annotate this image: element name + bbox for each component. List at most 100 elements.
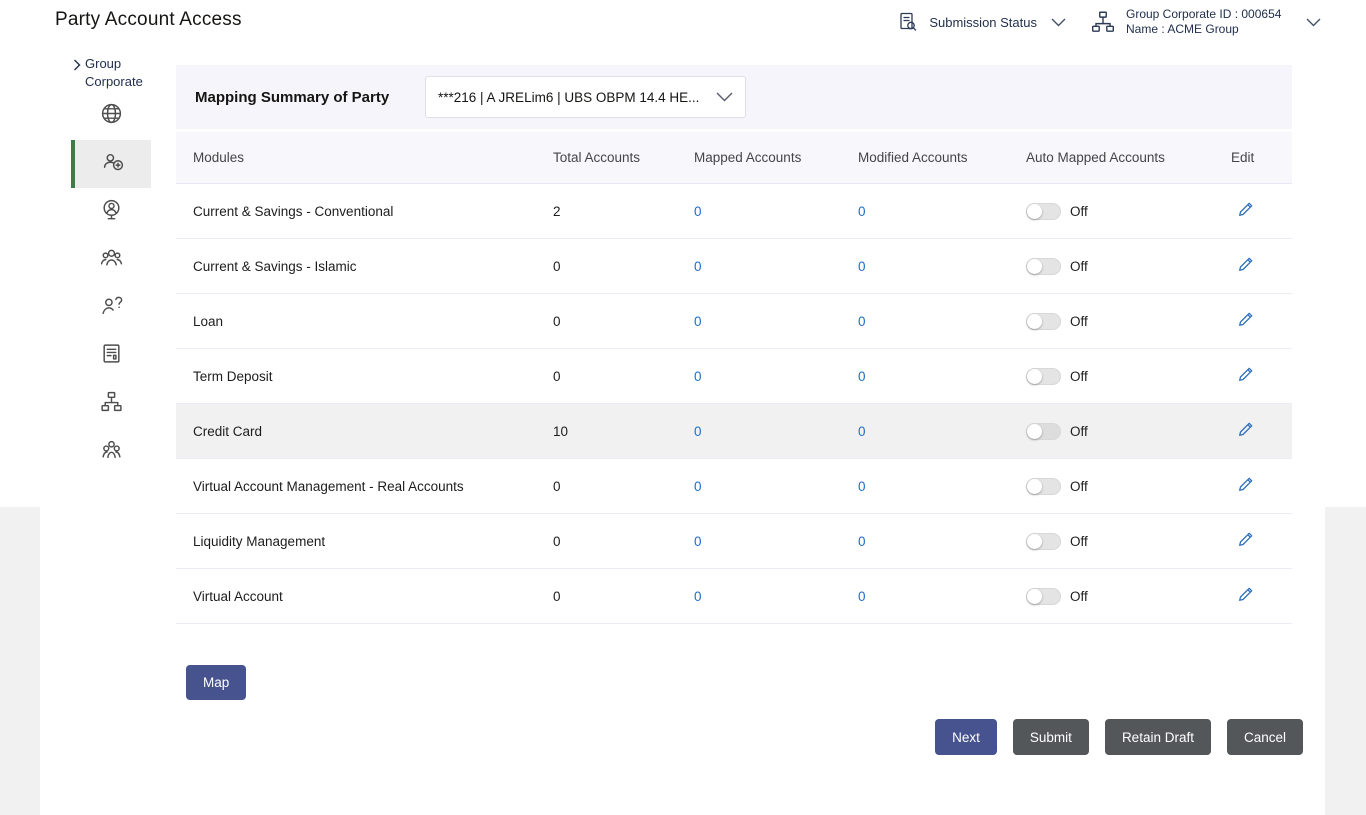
modules-table: Modules Total Accounts Mapped Accounts M… (176, 132, 1292, 624)
toggle-knob (1027, 204, 1042, 219)
module-name: Virtual Account (193, 589, 553, 604)
left-margin-strip (0, 507, 40, 815)
right-margin-strip (1325, 507, 1366, 815)
breadcrumb-label: Group Corporate (85, 55, 151, 91)
edit-icon[interactable] (1237, 586, 1254, 603)
mapped-accounts-link[interactable]: 0 (694, 479, 702, 494)
modified-accounts-link[interactable]: 0 (858, 479, 866, 494)
page: Party Account Access Submission Status (0, 0, 1366, 815)
toggle-state-label: Off (1070, 534, 1088, 549)
sidebar-item-user-group[interactable] (71, 236, 151, 284)
modified-accounts-link[interactable]: 0 (858, 369, 866, 384)
header-actions: Submission Status Group Corporate ID : 0… (897, 0, 1321, 44)
mapped-accounts-link[interactable]: 0 (694, 369, 702, 384)
modified-accounts-link[interactable]: 0 (858, 204, 866, 219)
toggle-state-label: Off (1070, 369, 1088, 384)
top-header: Party Account Access Submission Status (0, 0, 1366, 40)
sidebar-item-support[interactable] (71, 284, 151, 332)
report-icon (100, 342, 123, 370)
user-group-icon (100, 246, 123, 274)
map-button[interactable]: Map (186, 665, 246, 700)
module-name: Loan (193, 314, 553, 329)
corporate-selector[interactable]: Group Corporate ID : 000654 Name : ACME … (1126, 7, 1288, 37)
module-name: Credit Card (193, 424, 553, 439)
mapping-summary-bar: Mapping Summary of Party ***216 | A JREL… (176, 65, 1292, 129)
auto-mapped-toggle[interactable] (1026, 203, 1061, 220)
cancel-button[interactable]: Cancel (1227, 719, 1303, 755)
chevron-down-icon[interactable] (1306, 18, 1321, 27)
toggle-state-label: Off (1070, 479, 1088, 494)
column-header-modified-accounts: Modified Accounts (858, 150, 1026, 165)
mapped-accounts-link[interactable]: 0 (694, 424, 702, 439)
modified-accounts-link[interactable]: 0 (858, 534, 866, 549)
module-name: Current & Savings - Islamic (193, 259, 553, 274)
sidebar-item-hierarchy[interactable] (71, 380, 151, 428)
party-selector-dropdown[interactable]: ***216 | A JRELim6 | UBS OBPM 14.4 HE... (425, 76, 746, 118)
org-hierarchy-icon (1090, 9, 1116, 35)
table-header-row: Modules Total Accounts Mapped Accounts M… (176, 132, 1292, 184)
total-accounts-value: 0 (553, 259, 694, 274)
footer-actions: Next Submit Retain Draft Cancel (935, 719, 1303, 755)
auto-mapped-toggle[interactable] (1026, 258, 1061, 275)
mapped-accounts-link[interactable]: 0 (694, 534, 702, 549)
edit-icon[interactable] (1237, 201, 1254, 218)
auto-mapped-toggle[interactable] (1026, 423, 1061, 440)
sidebar-item-global[interactable] (71, 92, 151, 140)
party-account-access-icon (102, 150, 125, 178)
retain-draft-button[interactable]: Retain Draft (1105, 719, 1211, 755)
table-row: Virtual Account Management - Real Accoun… (176, 459, 1292, 514)
column-header-edit: Edit (1231, 150, 1292, 165)
mapped-accounts-link[interactable]: 0 (694, 204, 702, 219)
auto-mapped-toggle[interactable] (1026, 588, 1061, 605)
toggle-knob (1027, 479, 1042, 494)
auto-mapped-toggle[interactable] (1026, 533, 1061, 550)
corporate-name-text: Name : ACME Group (1126, 22, 1288, 37)
auto-mapped-toggle[interactable] (1026, 313, 1061, 330)
edit-icon[interactable] (1237, 531, 1254, 548)
modified-accounts-link[interactable]: 0 (858, 589, 866, 604)
column-header-mapped-accounts: Mapped Accounts (694, 150, 858, 165)
total-accounts-value: 2 (553, 204, 694, 219)
mapped-accounts-link[interactable]: 0 (694, 314, 702, 329)
toggle-state-label: Off (1070, 589, 1088, 604)
total-accounts-value: 0 (553, 534, 694, 549)
user-profile-icon (100, 198, 123, 226)
module-name: Term Deposit (193, 369, 553, 384)
auto-mapped-toggle[interactable] (1026, 478, 1061, 495)
submission-status-label[interactable]: Submission Status (929, 15, 1037, 30)
edit-icon[interactable] (1237, 311, 1254, 328)
edit-icon[interactable] (1237, 366, 1254, 383)
sidebar: Group Corporate (40, 55, 180, 476)
edit-icon[interactable] (1237, 256, 1254, 273)
team-icon (100, 438, 123, 466)
modified-accounts-link[interactable]: 0 (858, 314, 866, 329)
total-accounts-value: 10 (553, 424, 694, 439)
edit-icon[interactable] (1237, 421, 1254, 438)
sidebar-item-party-account-access[interactable] (71, 140, 151, 188)
sidebar-item-team[interactable] (71, 428, 151, 476)
modified-accounts-link[interactable]: 0 (858, 259, 866, 274)
chevron-down-icon[interactable] (1051, 18, 1066, 27)
edit-icon[interactable] (1237, 476, 1254, 493)
sidebar-item-reports[interactable] (71, 332, 151, 380)
org-tree-icon (100, 390, 123, 418)
sidebar-item-user[interactable] (71, 188, 151, 236)
toggle-state-label: Off (1070, 314, 1088, 329)
auto-mapped-toggle[interactable] (1026, 368, 1061, 385)
submit-button[interactable]: Submit (1013, 719, 1089, 755)
toggle-knob (1027, 369, 1042, 384)
module-name: Liquidity Management (193, 534, 553, 549)
breadcrumb-group-corporate[interactable]: Group Corporate (73, 55, 180, 91)
table-row: Term Deposit 0 0 0 Off (176, 349, 1292, 404)
chevron-right-icon (73, 58, 81, 76)
modified-accounts-link[interactable]: 0 (858, 424, 866, 439)
next-button[interactable]: Next (935, 719, 997, 755)
mapped-accounts-link[interactable]: 0 (694, 589, 702, 604)
mapped-accounts-link[interactable]: 0 (694, 259, 702, 274)
toggle-state-label: Off (1070, 424, 1088, 439)
party-selector-value: ***216 | A JRELim6 | UBS OBPM 14.4 HE... (438, 90, 699, 105)
total-accounts-value: 0 (553, 369, 694, 384)
globe-icon (100, 102, 123, 130)
table-row: Credit Card 10 0 0 Off (176, 404, 1292, 459)
table-row: Loan 0 0 0 Off (176, 294, 1292, 349)
